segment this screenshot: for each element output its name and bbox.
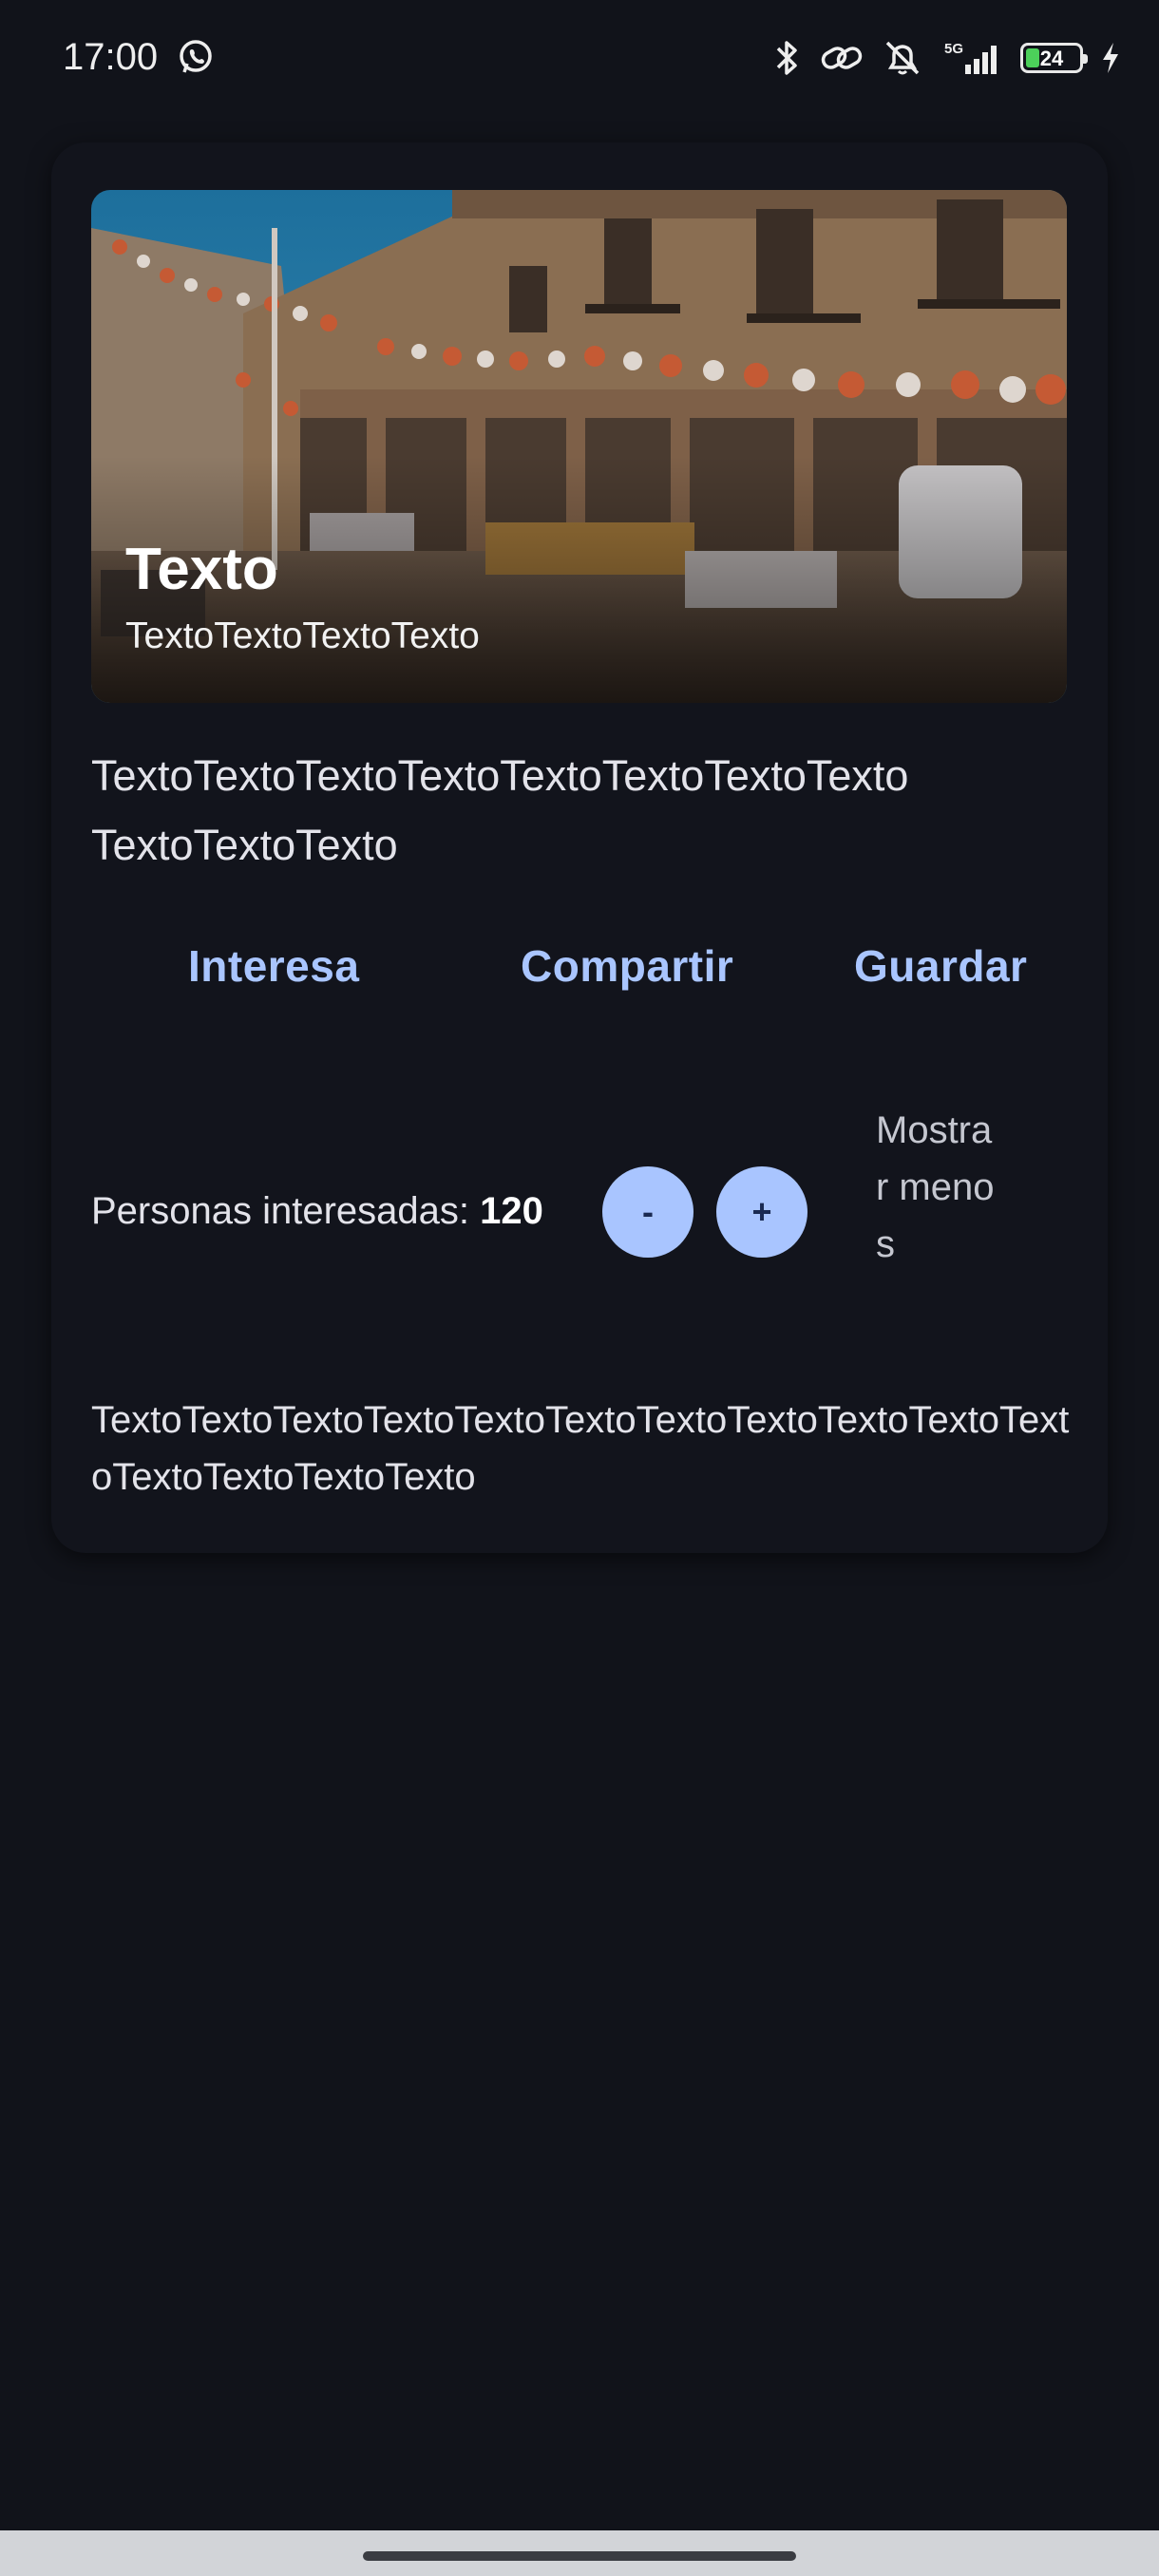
expanded-text: TextoTextoTextoTextoTextoTextoTextoTexto…	[91, 1399, 1070, 1498]
whatsapp-icon	[177, 38, 215, 76]
share-button[interactable]: Compartir	[521, 940, 733, 992]
hero-title: Texto	[125, 537, 278, 602]
status-icons: 5G 24	[773, 34, 1121, 82]
battery-level: 24	[1039, 47, 1064, 70]
event-description: TextoTextoTextoTextoTextoTextoTextoTexto…	[91, 751, 909, 869]
link-icon	[821, 47, 863, 69]
decrement-button[interactable]: -	[602, 1166, 694, 1258]
action-row: Interesa Compartir Guardar	[91, 940, 1070, 1016]
charging-icon	[1103, 43, 1118, 73]
signal-icon: 5G	[944, 41, 997, 74]
increment-button[interactable]: +	[716, 1166, 808, 1258]
silent-icon	[885, 41, 920, 75]
interest-button[interactable]: Interesa	[188, 940, 359, 992]
navigation-bar	[0, 2530, 1159, 2576]
hero-subtitle: TextoTextoTextoTexto	[125, 616, 480, 656]
event-card: Texto TextoTextoTextoTexto TextoTextoTex…	[51, 142, 1108, 1553]
bluetooth-icon	[776, 41, 797, 75]
save-button[interactable]: Guardar	[854, 940, 1027, 992]
hero-image[interactable]: Texto TextoTextoTextoTexto	[91, 190, 1067, 703]
interested-label: Personas interesadas:	[91, 1190, 470, 1232]
show-less-link[interactable]: Mostrar menos	[876, 1102, 999, 1273]
status-bar: 17:00 5G 24	[0, 0, 1159, 116]
interested-counter: Personas interesadas: 120	[91, 1190, 543, 1233]
home-gesture-handle[interactable]	[363, 2551, 796, 2561]
status-time: 17:00	[63, 36, 159, 78]
network-label: 5G	[944, 41, 963, 57]
interested-count: 120	[480, 1190, 543, 1232]
battery-icon: 24	[1020, 43, 1088, 73]
